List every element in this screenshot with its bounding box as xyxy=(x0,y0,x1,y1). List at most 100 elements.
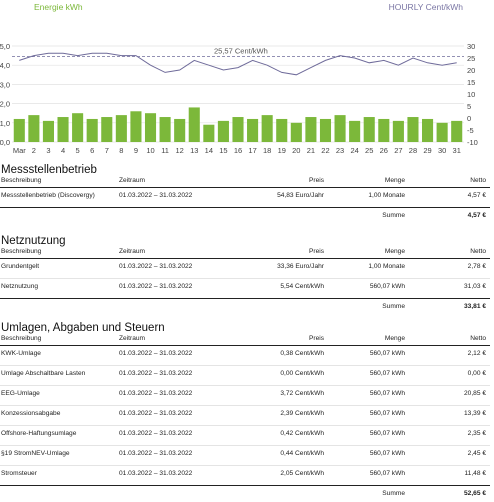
bar xyxy=(436,122,448,142)
x-tick-label: 14 xyxy=(205,146,213,155)
section-messstellenbetrieb: Messstellenbetrieb Beschreibung Zeitraum Pr… xyxy=(0,163,490,224)
table-row: Messstellenbetrieb (Discovergy) 01.03.202… xyxy=(0,188,490,208)
cell-price: 0,44 Cent/kWh xyxy=(280,450,324,457)
bar xyxy=(144,113,157,142)
sum-label: Summe xyxy=(382,303,405,310)
bar xyxy=(28,115,40,142)
y-tick-label: 1,0 xyxy=(0,119,10,128)
column-header-description: Beschreibung xyxy=(1,177,42,184)
column-header-price: Preis xyxy=(308,248,324,255)
column-header-period: Zeitraum xyxy=(119,177,146,184)
column-header-description: Beschreibung xyxy=(1,335,42,342)
cell-quantity: 560,07 kWh xyxy=(369,430,405,437)
column-header-quantity: Menge xyxy=(384,248,405,255)
bar xyxy=(422,118,434,142)
bar xyxy=(203,124,215,142)
bar xyxy=(86,118,98,142)
section-umlagen: Umlagen, Abgaben und Steuern Beschreibung… xyxy=(0,321,490,502)
column-header-net: Netto xyxy=(470,335,486,342)
y-tick-label: 0,0 xyxy=(0,138,10,147)
table-row: Offshore-Haftungsumlage 01.03.2022 – 31.0… xyxy=(0,426,490,446)
bar xyxy=(276,118,288,142)
x-tick-label: 22 xyxy=(321,146,329,155)
x-tick-label: 25 xyxy=(365,146,373,155)
cell-period: 01.03.2022 – 31.03.2022 xyxy=(119,470,193,477)
table-row: §19 StromNEV-Umlage 01.03.2022 – 31.03.20… xyxy=(0,446,490,466)
cell-net: 4,57 € xyxy=(467,192,486,199)
table-row: Netznutzung 01.03.2022 – 31.03.2022 5,54 C… xyxy=(0,279,490,299)
cell-price: 0,38 Cent/kWh xyxy=(280,350,324,357)
x-tick-label: Mar xyxy=(13,146,26,155)
y2-tick-label: 15 xyxy=(467,78,475,87)
cell-description: Netznutzung xyxy=(1,283,39,290)
cell-price: 2,05 Cent/kWh xyxy=(280,470,324,477)
x-tick-label: 10 xyxy=(146,146,154,155)
bar xyxy=(130,111,142,142)
x-tick-label: 28 xyxy=(409,146,417,155)
table-header: Beschreibung Zeitraum Preis Menge Netto xyxy=(0,177,490,188)
x-tick-label: 12 xyxy=(176,146,184,155)
column-header-period: Zeitraum xyxy=(119,335,146,342)
x-tick-label: 11 xyxy=(161,146,169,155)
x-tick-label: 6 xyxy=(90,146,94,155)
cell-description: Konzessionsabgabe xyxy=(1,410,61,417)
bar xyxy=(305,117,317,142)
sum-label: Summe xyxy=(382,490,405,497)
cell-period: 01.03.2022 – 31.03.2022 xyxy=(119,263,193,270)
section-netznutzung: Netznutzung Beschreibung Zeitraum Preis Meng… xyxy=(0,234,490,315)
cell-quantity: 560,07 kWh xyxy=(369,370,405,377)
x-tick-label: 29 xyxy=(423,146,431,155)
y2-tick-label: 25 xyxy=(467,54,475,63)
cell-price: 33,36 Euro/Jahr xyxy=(277,263,324,270)
bar xyxy=(42,120,54,142)
x-tick-label: 23 xyxy=(336,146,344,155)
x-tick-label: 7 xyxy=(105,146,109,155)
bar xyxy=(13,118,25,142)
cell-price: 0,42 Cent/kWh xyxy=(280,430,324,437)
cell-net: 2,78 € xyxy=(467,263,486,270)
bar xyxy=(101,117,113,142)
y-tick-label: 3,0 xyxy=(0,80,10,89)
sum-value: 52,65 € xyxy=(464,490,486,497)
bar xyxy=(174,118,186,142)
cell-period: 01.03.2022 – 31.03.2022 xyxy=(119,370,193,377)
column-header-net: Netto xyxy=(470,248,486,255)
table-row: Umlage Abschaltbare Lasten 01.03.2022 – 3… xyxy=(0,366,490,386)
cell-price: 54,83 Euro/Jahr xyxy=(277,192,324,199)
y2-tick-label: -10 xyxy=(467,138,478,147)
cell-description: Grundentgelt xyxy=(1,263,40,270)
bar xyxy=(378,118,390,142)
cell-quantity: 560,07 kWh xyxy=(369,283,405,290)
section-title: Umlagen, Abgaben und Steuern xyxy=(1,322,165,334)
cell-price: 2,39 Cent/kWh xyxy=(280,410,324,417)
cell-quantity: 1,00 Monate xyxy=(368,192,405,199)
x-tick-label: 2 xyxy=(32,146,36,155)
y2-tick-label: 20 xyxy=(467,66,475,75)
cell-description: Stromsteuer xyxy=(1,470,37,477)
cell-period: 01.03.2022 – 31.03.2022 xyxy=(119,390,193,397)
average-label: 25,57 Cent/kWh xyxy=(214,47,268,56)
x-tick-label: 4 xyxy=(61,146,65,155)
cell-description: §19 StromNEV-Umlage xyxy=(1,450,70,457)
x-tick-label: 31 xyxy=(453,146,461,155)
table-header: Beschreibung Zeitraum Preis Menge Netto xyxy=(0,335,490,346)
section-title: Netznutzung xyxy=(1,235,66,247)
y2-tick-label: -5 xyxy=(467,126,474,135)
section-title: Messstellenbetrieb xyxy=(1,164,97,176)
x-tick-label: 17 xyxy=(248,146,256,155)
energy-price-chart: Energie kWh HOURLY Cent/kWh 5,0 4,0 3,0 2,0… xyxy=(0,0,494,160)
bar xyxy=(349,120,361,142)
bar xyxy=(451,120,463,142)
cell-net: 2,35 € xyxy=(467,430,486,437)
x-tick-label: 9 xyxy=(134,146,138,155)
cell-period: 01.03.2022 – 31.03.2022 xyxy=(119,430,193,437)
cell-description: EEG-Umlage xyxy=(1,390,40,397)
cell-quantity: 560,07 kWh xyxy=(369,390,405,397)
x-tick-label: 20 xyxy=(292,146,300,155)
cell-net: 13,39 € xyxy=(464,410,486,417)
sum-value: 4,57 € xyxy=(467,212,486,219)
sum-value: 33,81 € xyxy=(464,303,486,310)
x-tick-label: 26 xyxy=(380,146,388,155)
cell-price: 5,54 Cent/kWh xyxy=(280,283,324,290)
bar xyxy=(247,118,259,142)
